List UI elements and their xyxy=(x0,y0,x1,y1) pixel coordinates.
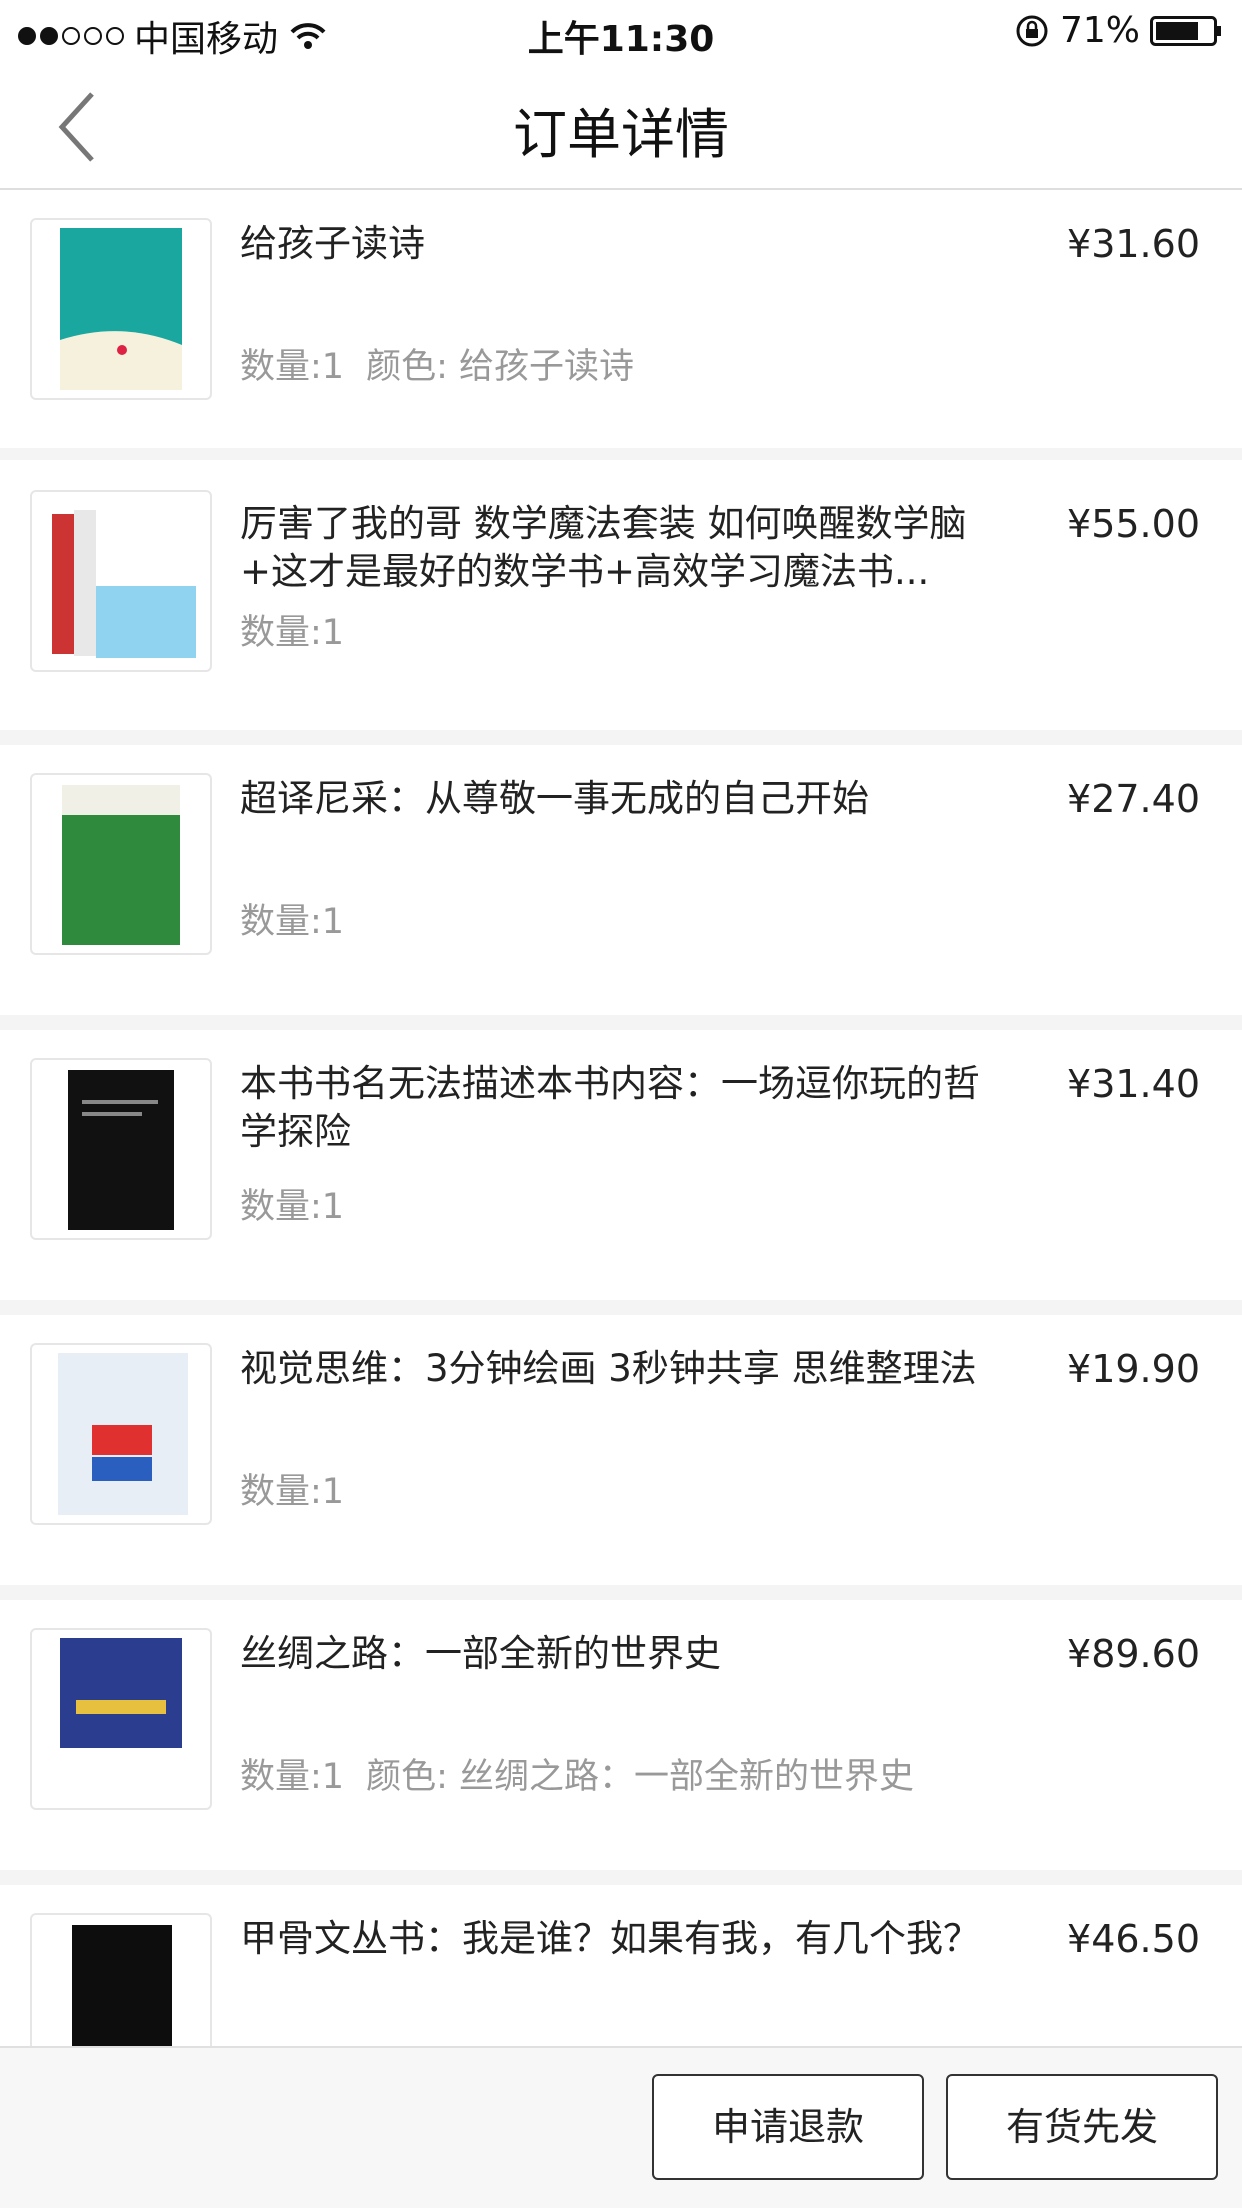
item-price: ¥19.90 xyxy=(1067,1347,1200,1391)
item-quantity: 数量:1 xyxy=(240,1472,345,1512)
battery-percent: 71% xyxy=(1059,10,1140,51)
item-price: ¥31.40 xyxy=(1067,1062,1200,1106)
order-item[interactable]: 本书书名无法描述本书内容：一场逗你玩的哲学探险 ¥31.40 数量:1 xyxy=(0,1030,1242,1300)
item-price: ¥89.60 xyxy=(1067,1632,1200,1676)
item-title: 给孩子读诗 xyxy=(240,222,425,265)
item-title: 丝绸之路：一部全新的世界史 xyxy=(240,1632,721,1675)
ship-available-first-button[interactable]: 有货先发 xyxy=(946,2074,1218,2180)
order-item[interactable]: 丝绸之路：一部全新的世界史 ¥89.60 数量:1 颜色: 丝绸之路：一部全新的世… xyxy=(0,1600,1242,1870)
nav-bar: 订单详情 xyxy=(0,62,1242,190)
item-quantity: 数量:1 xyxy=(240,613,345,653)
item-price: ¥55.00 xyxy=(1067,502,1200,546)
order-item-list[interactable]: 给孩子读诗 ¥31.60 数量:1 颜色: 给孩子读诗 厉害了我的哥 数学魔法套装… xyxy=(0,190,1242,2046)
item-meta: 数量:1 颜色: 给孩子读诗 xyxy=(240,338,634,389)
item-price: ¥46.50 xyxy=(1067,1917,1200,1961)
item-title: 本书书名无法描述本书内容：一场逗你玩的哲学探险 xyxy=(240,1062,980,1153)
order-item[interactable]: 厉害了我的哥 数学魔法套装 如何唤醒数学脑+这才是最好的数学书+高效学习魔法书.… xyxy=(0,460,1242,730)
item-quantity: 数量:1 xyxy=(240,902,345,942)
item-title: 视觉思维：3分钟绘画 3秒钟共享 思维整理法 xyxy=(240,1347,977,1390)
book-cover-image xyxy=(30,1913,212,2046)
order-item[interactable]: 给孩子读诗 ¥31.60 数量:1 颜色: 给孩子读诗 xyxy=(0,190,1242,448)
order-item[interactable]: 甲骨文丛书：我是谁？如果有我，有几个我？ ¥46.50 xyxy=(0,1885,1242,2046)
rotation-lock-icon xyxy=(1016,15,1048,46)
item-color: 颜色: 给孩子读诗 xyxy=(366,347,634,387)
order-item[interactable]: 视觉思维：3分钟绘画 3秒钟共享 思维整理法 ¥19.90 数量:1 xyxy=(0,1315,1242,1585)
book-cover-image xyxy=(30,773,212,955)
status-right: 71% xyxy=(1014,10,1222,51)
item-meta: 数量:1 xyxy=(240,604,344,655)
item-quantity: 数量:1 xyxy=(240,1187,345,1227)
item-quantity: 数量:1 xyxy=(240,347,345,387)
item-meta: 数量:1 xyxy=(240,1178,344,1229)
item-meta: 数量:1 xyxy=(240,893,344,944)
item-title: 甲骨文丛书：我是谁？如果有我，有几个我？ xyxy=(240,1917,980,1960)
book-cover-image xyxy=(30,1628,212,1810)
item-title: 厉害了我的哥 数学魔法套装 如何唤醒数学脑+这才是最好的数学书+高效学习魔法书.… xyxy=(240,502,967,593)
battery-icon xyxy=(1150,15,1221,46)
book-cover-image xyxy=(30,1343,212,1525)
item-price: ¥31.60 xyxy=(1067,222,1200,266)
item-meta: 数量:1 颜色: 丝绸之路：一部全新的世界史 xyxy=(240,1748,914,1799)
item-meta: 数量:1 xyxy=(240,1463,344,1514)
book-cover-image xyxy=(30,490,212,672)
bottom-action-bar: 申请退款 有货先发 xyxy=(0,2046,1242,2208)
book-cover-image xyxy=(30,1058,212,1240)
item-quantity: 数量:1 xyxy=(240,1757,345,1797)
apply-refund-button[interactable]: 申请退款 xyxy=(652,2074,924,2180)
item-price: ¥27.40 xyxy=(1067,777,1200,821)
item-title: 超译尼采：从尊敬一事无成的自己开始 xyxy=(240,777,869,820)
status-bar: 中国移动 上午11:30 71% xyxy=(0,0,1242,62)
page-title: 订单详情 xyxy=(513,103,729,166)
item-color: 颜色: 丝绸之路：一部全新的世界史 xyxy=(366,1757,914,1797)
book-cover-image xyxy=(30,218,212,400)
order-item[interactable]: 超译尼采：从尊敬一事无成的自己开始 ¥27.40 数量:1 xyxy=(0,745,1242,1015)
